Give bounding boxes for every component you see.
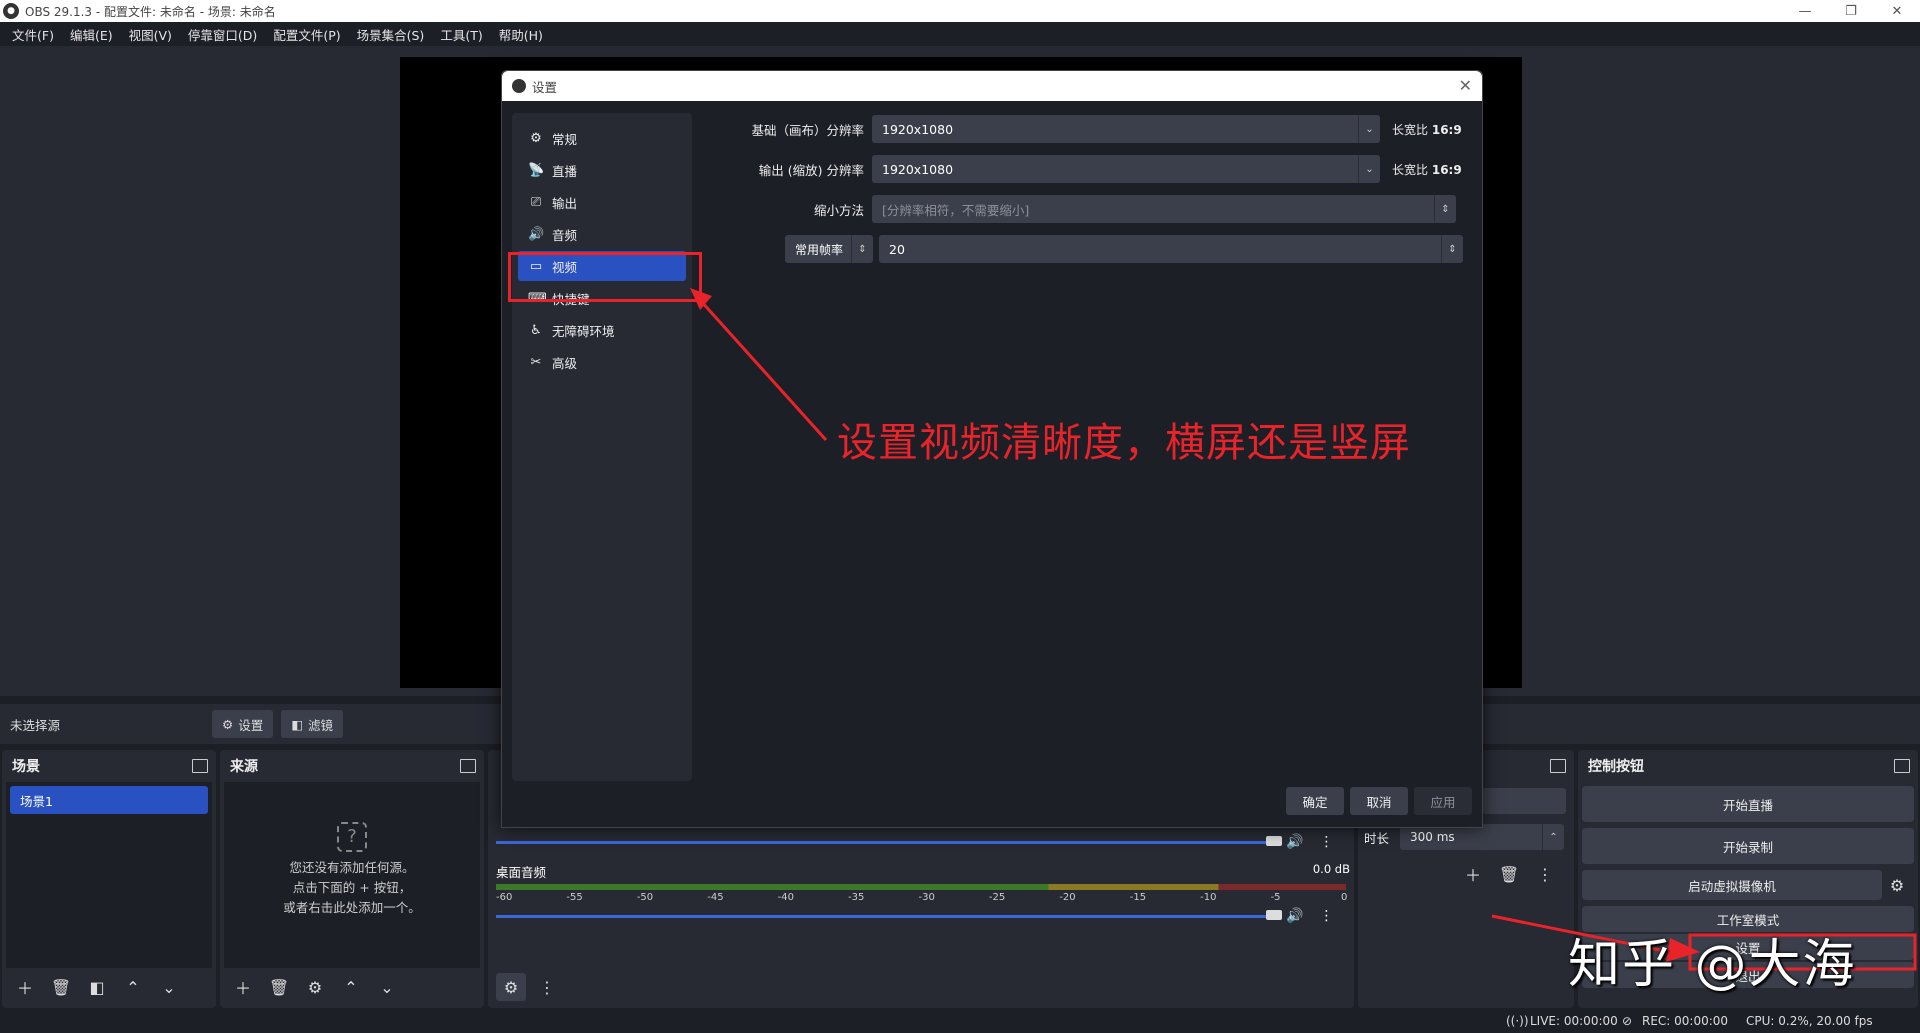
annotation-text: 设置视频清晰度，横屏还是竖屏: [837, 420, 1411, 466]
annotation-arrows: [690, 288, 1917, 971]
watermark: 知乎 @大海: [1568, 935, 1857, 995]
